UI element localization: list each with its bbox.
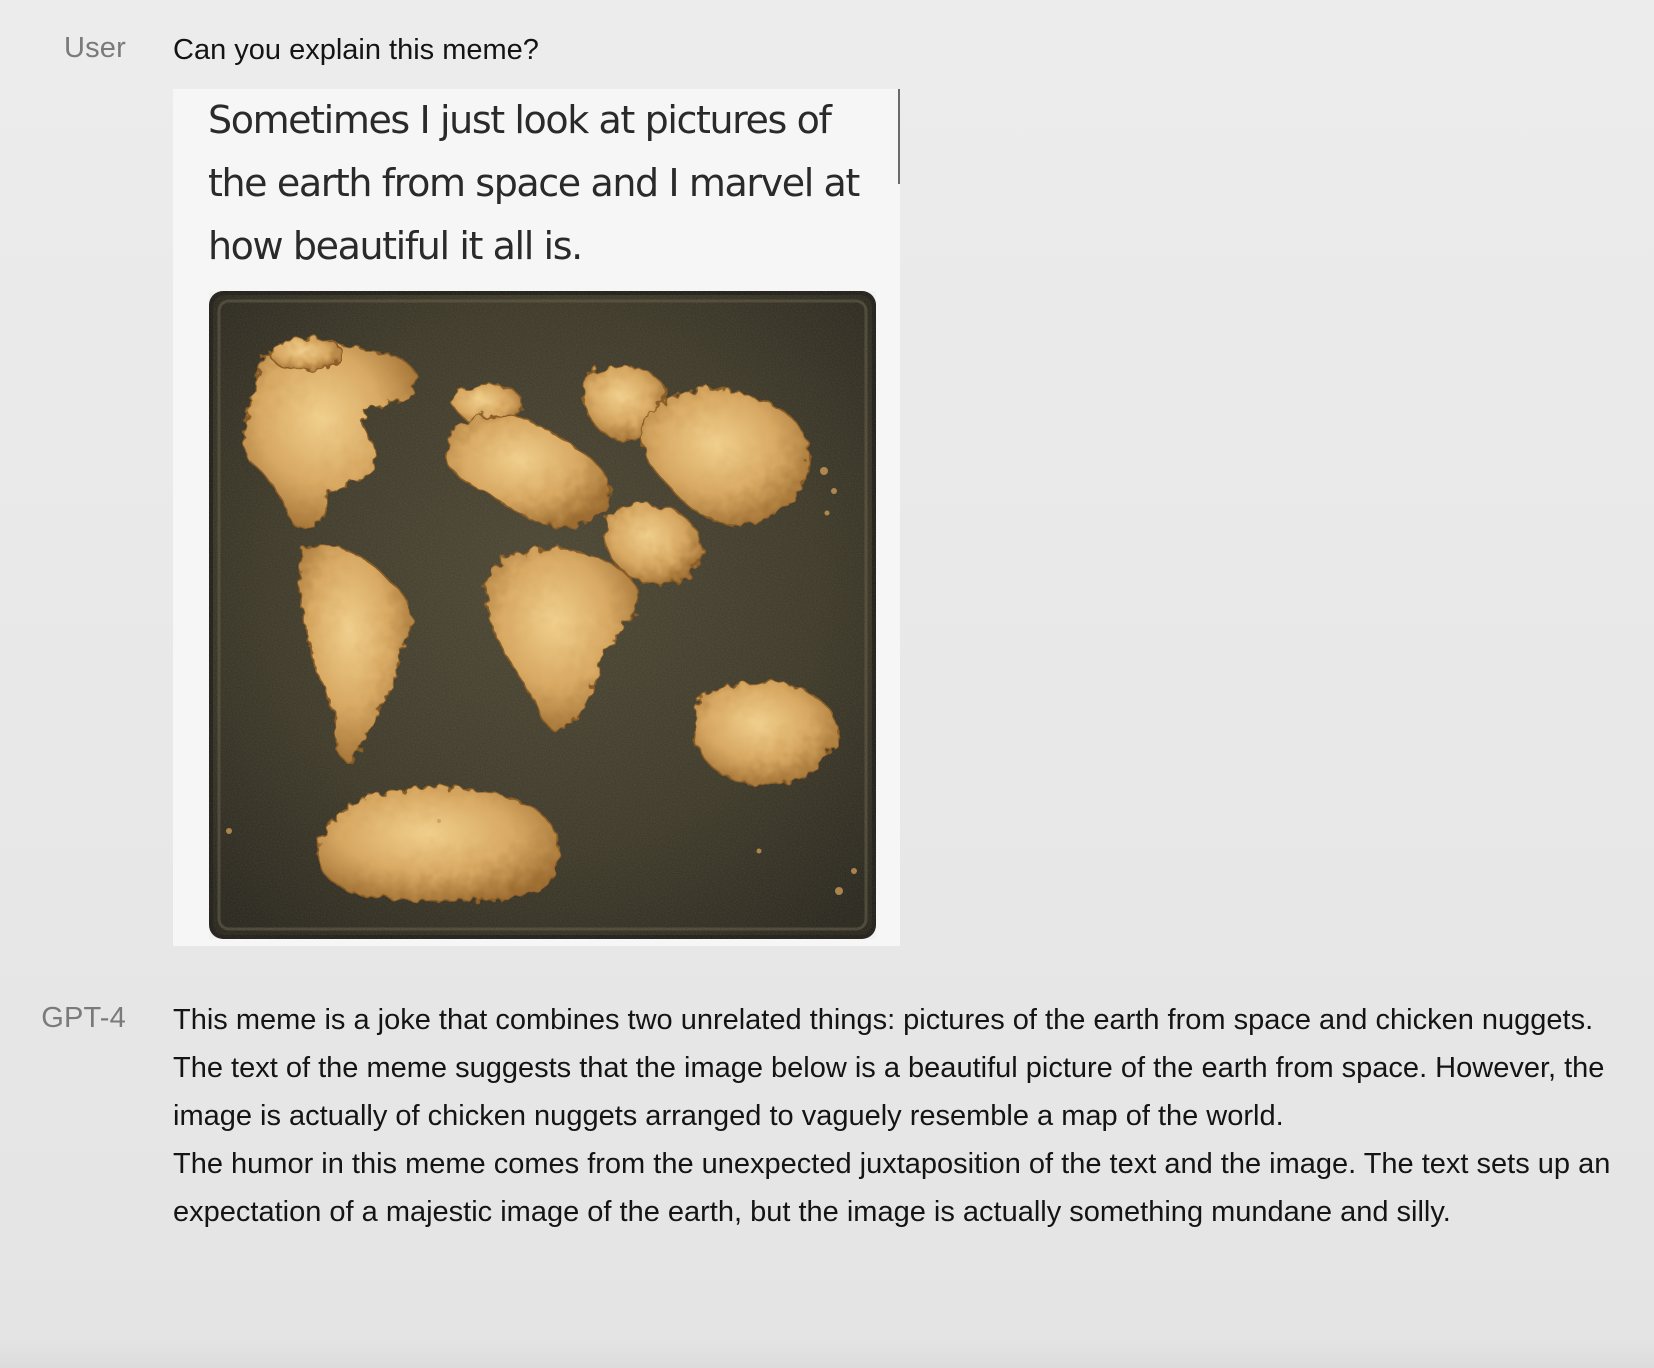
assistant-message: This meme is a joke that combines two un… bbox=[173, 996, 1613, 1236]
meme-caption-line: the earth from space and I marvel at bbox=[208, 161, 860, 205]
meme-border-line bbox=[898, 89, 900, 184]
speaker-label-user: User bbox=[63, 32, 126, 64]
meme-caption: Sometimes I just look at pictures of the… bbox=[208, 89, 878, 278]
speaker-label-assistant: GPT-4 bbox=[41, 1002, 126, 1034]
bottom-fade bbox=[0, 1338, 1654, 1368]
assistant-paragraph: The humor in this meme comes from the un… bbox=[173, 1148, 1611, 1228]
assistant-paragraph: The text of the meme suggests that the i… bbox=[173, 1052, 1605, 1132]
meme-caption-line: how beautiful it all is. bbox=[208, 224, 583, 268]
meme-image[interactable]: Sometimes I just look at pictures of the… bbox=[173, 89, 900, 946]
assistant-paragraph: This meme is a joke that combines two un… bbox=[173, 1004, 1594, 1036]
meme-caption-line: Sometimes I just look at pictures of bbox=[208, 98, 832, 142]
nugget-antarctica bbox=[317, 786, 561, 902]
chicken-nuggets-photo bbox=[209, 291, 876, 939]
user-message: Can you explain this meme? bbox=[173, 34, 539, 66]
